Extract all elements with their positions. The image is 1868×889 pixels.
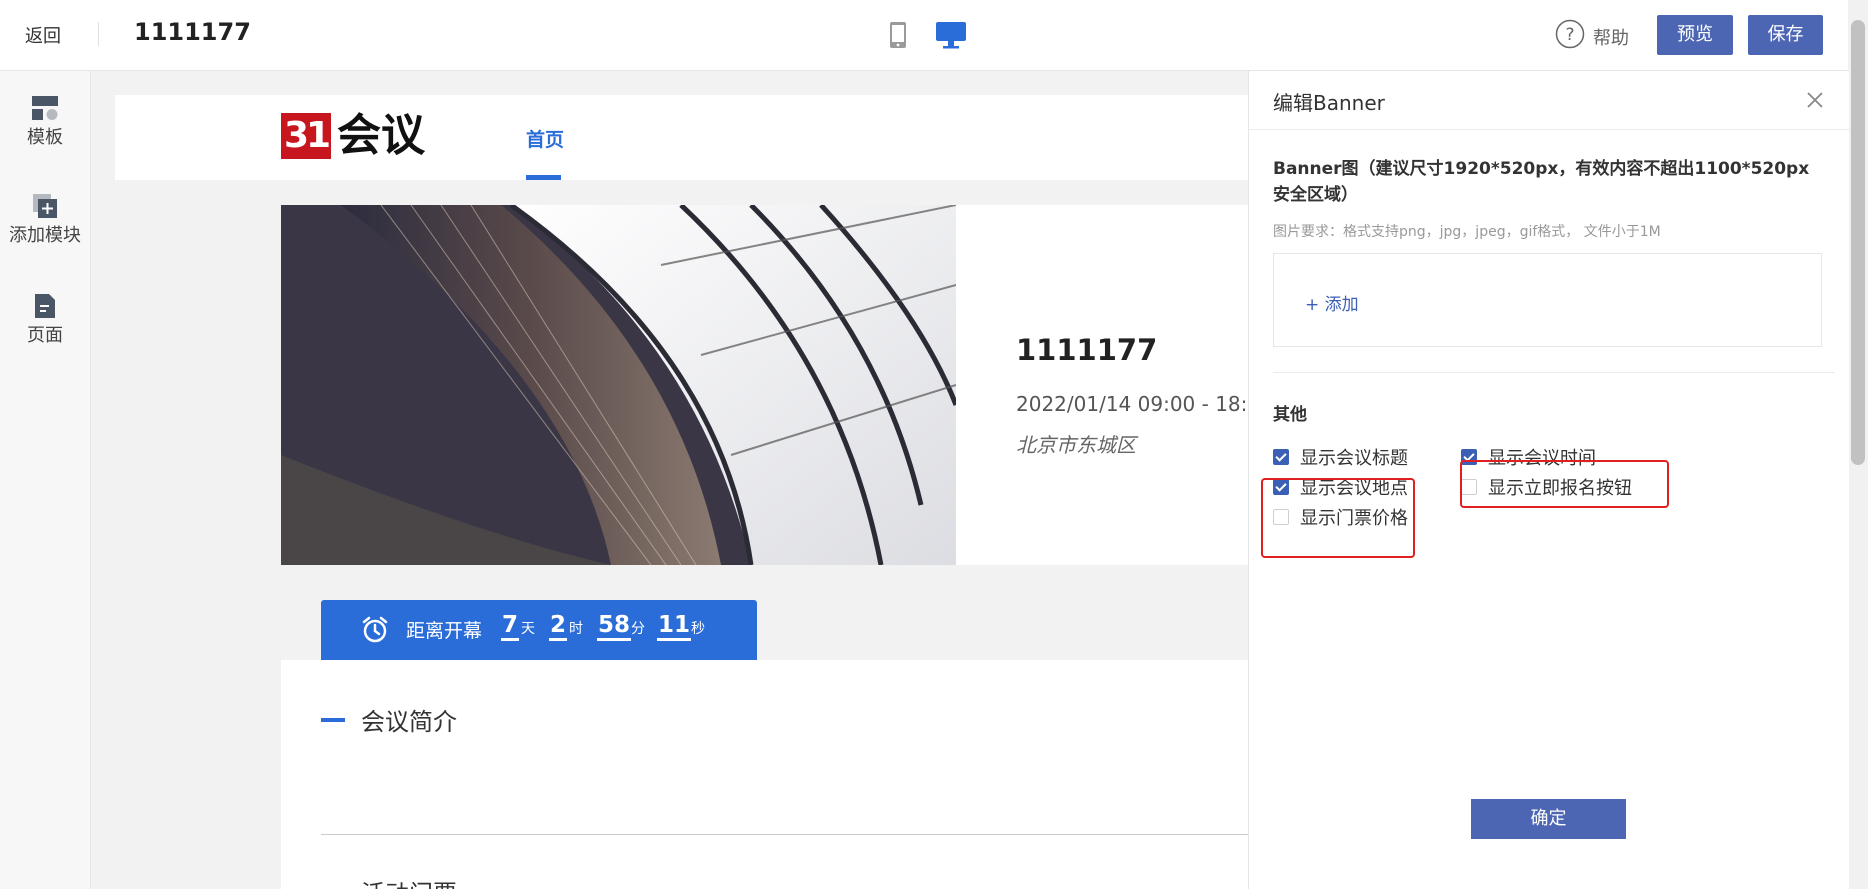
countdown-seconds-unit: 秒: [691, 621, 705, 637]
svg-text:?: ?: [1565, 25, 1574, 45]
sidebar-item-pages[interactable]: 页面: [0, 293, 90, 347]
site-header: 31 会议 首页: [115, 95, 1248, 180]
sidebar-item-label: 添加模块: [9, 225, 81, 246]
other-section-label: 其他: [1273, 405, 1307, 425]
checkbox-label: 显示会议标题: [1300, 448, 1408, 469]
sidebar-item-add-module[interactable]: 添加模块: [0, 193, 90, 247]
help-icon[interactable]: ?: [1555, 19, 1585, 49]
site-body: 1111177 2022/01/14 09:00 - 18:00 北京市东城区 …: [115, 180, 1248, 889]
image-requirements: 图片要求：格式支持png，jpg，jpeg，gif格式， 文件小于1M: [1273, 224, 1661, 240]
panel-title: 编辑Banner: [1273, 91, 1385, 115]
confirm-button[interactable]: 确定: [1471, 799, 1626, 839]
help-link[interactable]: 帮助: [1593, 24, 1629, 50]
close-icon[interactable]: [1805, 90, 1825, 110]
show-title-checkbox[interactable]: 显示会议标题: [1273, 444, 1408, 470]
save-button[interactable]: 保存: [1748, 15, 1823, 55]
section-title: 会议简介: [361, 708, 457, 736]
countdown-label: 距离开幕: [406, 620, 483, 642]
section-title: 活动门票: [361, 874, 457, 889]
site-logo[interactable]: 31 会议: [281, 113, 425, 159]
banner-info-panel: 1111177 2022/01/14 09:00 - 18:00 北京市东城区: [956, 205, 1248, 565]
highlight-annotation: [1460, 460, 1669, 508]
add-module-icon: [33, 194, 57, 218]
page-title: 1111177: [134, 18, 251, 46]
preview-button[interactable]: 预览: [1657, 15, 1733, 55]
sidebar-item-template[interactable]: 模板: [0, 95, 90, 149]
countdown-minutes: 58: [597, 612, 632, 641]
banner-image[interactable]: [281, 205, 956, 565]
scrollbar-thumb[interactable]: [1851, 20, 1865, 465]
template-icon: [32, 96, 58, 120]
image-upload-area[interactable]: + 添加: [1273, 253, 1822, 347]
left-sidebar: 模板 添加模块 页面: [0, 71, 91, 889]
countdown-days: 7: [501, 612, 520, 641]
event-location: 北京市东城区: [1016, 433, 1136, 457]
sidebar-item-label: 模板: [27, 127, 63, 148]
divider: [98, 22, 99, 46]
page-canvas: 31 会议 首页 1111177 2022/01/14 09:00 - 18:0…: [115, 95, 1248, 889]
highlight-annotation: [1261, 478, 1415, 558]
countdown-hours: 2: [549, 612, 568, 641]
checkbox-checked[interactable]: [1273, 449, 1289, 465]
divider: [1249, 129, 1849, 130]
event-time: 2022/01/14 09:00 - 18:00: [1016, 392, 1248, 416]
countdown-minutes-unit: 分: [631, 621, 645, 637]
banner-field-label: Banner图（建议尺寸1920*520px，有效内容不超出1100*520px…: [1273, 159, 1810, 205]
desktop-view-icon[interactable]: [935, 21, 967, 49]
page-icon: [35, 294, 55, 318]
countdown-bar: 距离开幕 7 天 2 时 58 分 11 秒: [321, 600, 757, 660]
add-image-button[interactable]: + 添加: [1305, 290, 1359, 315]
countdown-hours-unit: 时: [569, 621, 583, 637]
nav-home[interactable]: 首页: [526, 125, 564, 152]
logo-text: 会议: [337, 110, 425, 161]
content-section: 会议简介 活动门票: [281, 660, 1248, 889]
divider: [1273, 372, 1835, 373]
countdown-seconds: 11: [657, 612, 692, 641]
back-button[interactable]: 返回: [25, 22, 61, 48]
logo-mark: 31: [281, 113, 331, 159]
top-toolbar: 返回 1111177 ? 帮助 预览 保存: [0, 0, 1868, 71]
event-title: 1111177: [1016, 333, 1158, 367]
sidebar-item-label: 页面: [27, 325, 63, 346]
mobile-view-icon[interactable]: [889, 21, 907, 49]
edit-banner-panel: 编辑Banner Banner图（建议尺寸1920*520px，有效内容不超出1…: [1248, 71, 1849, 889]
divider: [321, 834, 1248, 835]
section-accent: [321, 718, 345, 722]
countdown-days-unit: 天: [521, 621, 535, 637]
alarm-clock-icon: [362, 616, 388, 643]
